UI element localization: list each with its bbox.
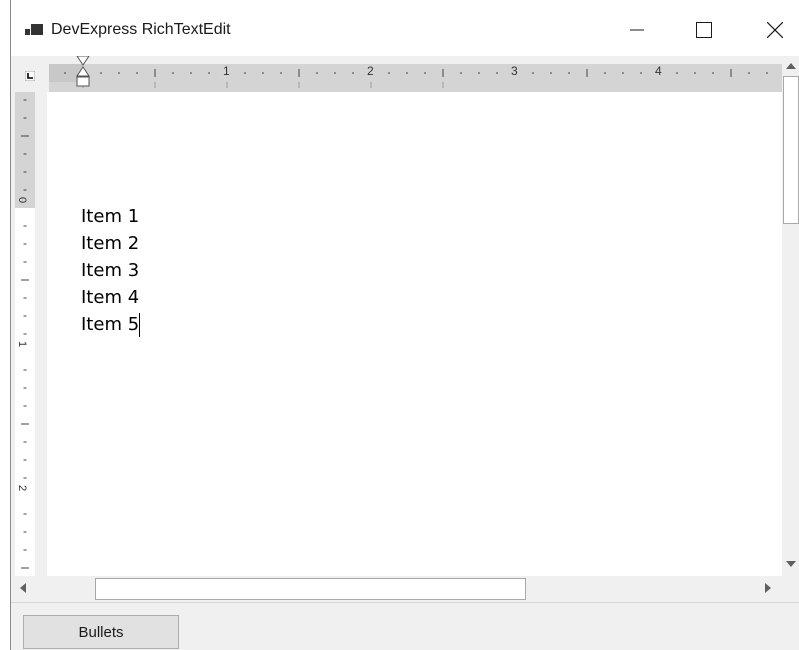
horizontal-scrollbar[interactable] bbox=[11, 576, 782, 602]
ruler-label: 1 bbox=[223, 64, 230, 78]
scroll-right-button[interactable] bbox=[756, 578, 780, 600]
list-item[interactable]: Item 2 bbox=[81, 233, 139, 255]
list-item[interactable]: Item 5 bbox=[81, 314, 139, 336]
ruler-label: 1 bbox=[16, 340, 29, 348]
vertical-scrollbar[interactable] bbox=[782, 56, 799, 576]
minimize-button[interactable] bbox=[614, 8, 660, 52]
scrollbar-corner bbox=[782, 576, 799, 602]
close-icon bbox=[767, 22, 783, 38]
window-title: DevExpress RichTextEdit bbox=[51, 21, 231, 38]
minimize-icon bbox=[630, 23, 644, 37]
maximize-icon bbox=[696, 22, 712, 38]
ruler-label: 0 bbox=[16, 196, 29, 204]
scroll-up-button[interactable] bbox=[782, 56, 799, 74]
list-item[interactable]: Item 1 bbox=[81, 206, 139, 228]
scroll-right-arrow-icon bbox=[765, 580, 771, 598]
scroll-left-button[interactable] bbox=[11, 578, 35, 600]
rich-text-editor[interactable]: 1 2 3 4 0 1 2 Item 1 Item 2 Item 3 Item … bbox=[11, 55, 799, 602]
app-window: DevExpress RichTextEdit 1 2 3 4 0 1 2 It… bbox=[10, 0, 799, 650]
text-caret bbox=[139, 313, 140, 337]
close-button[interactable] bbox=[752, 8, 798, 52]
vertical-scroll-thumb[interactable] bbox=[783, 76, 799, 224]
ruler-label: 2 bbox=[367, 64, 374, 78]
ruler-label: 3 bbox=[511, 64, 518, 78]
horizontal-scroll-thumb[interactable] bbox=[95, 578, 526, 600]
list-item[interactable]: Item 4 bbox=[81, 287, 139, 309]
ruler-label: 4 bbox=[655, 64, 662, 78]
scroll-up-arrow-icon bbox=[786, 56, 796, 74]
document-page[interactable]: Item 1 Item 2 Item 3 Item 4 Item 5 bbox=[47, 92, 782, 576]
maximize-button[interactable] bbox=[681, 8, 727, 52]
tab-stop-left-icon[interactable] bbox=[24, 68, 36, 82]
horizontal-ruler[interactable]: 1 2 3 4 bbox=[11, 55, 782, 92]
ruler-label: 2 bbox=[16, 484, 29, 492]
scroll-down-button[interactable] bbox=[782, 554, 799, 572]
scroll-down-arrow-icon bbox=[786, 554, 796, 572]
indent-marker-icon[interactable] bbox=[76, 55, 90, 88]
bottom-panel: Bullets bbox=[11, 602, 799, 650]
vertical-ruler[interactable]: 0 1 2 bbox=[11, 92, 47, 576]
app-window-icon bbox=[25, 22, 45, 38]
scroll-left-arrow-icon bbox=[20, 580, 26, 598]
bullets-button[interactable]: Bullets bbox=[23, 615, 179, 649]
list-item[interactable]: Item 3 bbox=[81, 260, 139, 282]
title-bar[interactable]: DevExpress RichTextEdit bbox=[11, 0, 799, 56]
